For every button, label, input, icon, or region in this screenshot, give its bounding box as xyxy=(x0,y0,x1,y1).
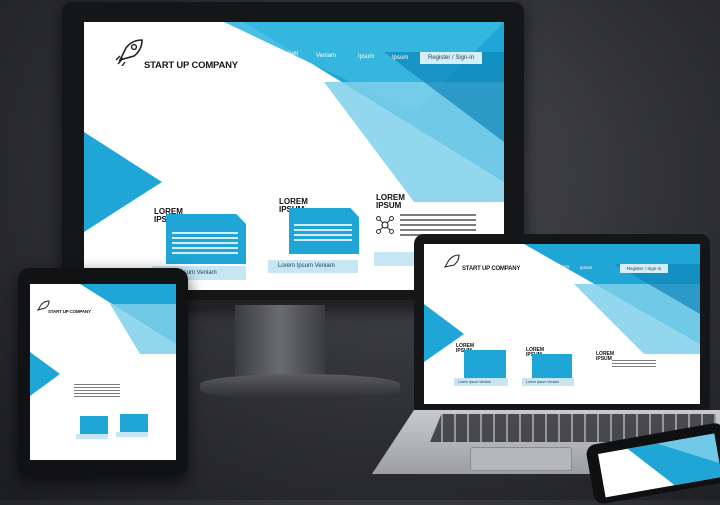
laptop-register-button[interactable]: Register / Sign-in xyxy=(620,264,668,273)
nav-item-ipsum-2[interactable]: Ipsum xyxy=(358,54,374,60)
tablet-card-1-box xyxy=(80,416,108,434)
tablet-card-2-footer[interactable] xyxy=(116,432,148,437)
laptop-card-1-box xyxy=(464,350,506,378)
register-signin-button[interactable]: Register / Sign-in xyxy=(420,52,482,64)
laptop-nav-veniam[interactable]: Veniam xyxy=(554,264,569,269)
laptop-card-2-footer[interactable]: Lorem Ipsum Veniam xyxy=(522,378,574,386)
laptop-card-1-footer[interactable]: Lorem Ipsum Veniam xyxy=(454,378,508,386)
card-2-footer[interactable]: Lorem Ipsum Veniam xyxy=(268,260,358,273)
network-icon xyxy=(376,216,394,234)
laptop-nav-ipsum[interactable]: Ipsum xyxy=(532,263,544,268)
monitor-stand xyxy=(235,305,325,383)
laptop-card-3-text-lines xyxy=(612,360,656,369)
left-arrow-shape xyxy=(84,132,162,232)
nav-item-ipsum[interactable]: Ipsum xyxy=(282,51,298,57)
laptop-card-2-box xyxy=(532,354,572,378)
laptop-nav-ipsum-2[interactable]: Ipsum xyxy=(580,265,592,270)
rocket-icon xyxy=(443,254,460,268)
laptop-nav-lorem[interactable]: Lorem xyxy=(508,260,521,265)
laptop-touchpad xyxy=(470,447,572,471)
tablet-screen: START UP COMPANY xyxy=(30,284,176,460)
card-3-title: LOREM IPSUM xyxy=(376,193,405,210)
nav-item-ipsum-3[interactable]: Ipsum xyxy=(392,55,408,61)
laptop-brand-name[interactable]: START UP COMPANY xyxy=(462,266,520,272)
tablet-card-2-box xyxy=(120,414,148,432)
laptop-screen: START UP COMPANY Lorem Ipsum Veniam Ipsu… xyxy=(424,244,700,404)
tablet-card-1-footer[interactable] xyxy=(76,434,108,439)
brand-name[interactable]: START UP COMPANY xyxy=(144,60,238,71)
nav-item-lorem[interactable]: Lorem xyxy=(242,44,259,50)
card-2-text-lines xyxy=(294,224,352,244)
monitor-base xyxy=(200,374,400,400)
card-1-text-lines xyxy=(172,232,238,257)
rocket-icon xyxy=(115,39,143,66)
tablet-text-lines xyxy=(74,384,120,399)
tablet-brand-name[interactable]: START UP COMPANY xyxy=(48,309,91,314)
nav-item-veniam[interactable]: Veniam xyxy=(316,53,336,59)
